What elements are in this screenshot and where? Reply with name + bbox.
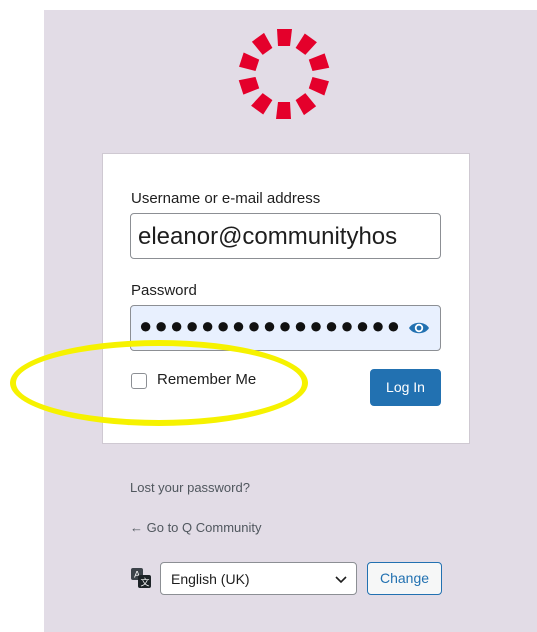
language-selected-value: English (UK) [171, 571, 250, 587]
svg-text:文: 文 [141, 577, 150, 589]
translate-icon: A 文 [131, 568, 151, 589]
back-to-site-link[interactable]: ← Go to Q Community [130, 520, 261, 535]
q-community-logo-icon [238, 29, 330, 119]
username-label: Username or e-mail address [131, 190, 321, 207]
language-select[interactable]: English (UK) [160, 562, 357, 595]
lost-password-link[interactable]: Lost your password? [130, 480, 250, 495]
remember-me-checkbox[interactable] [131, 373, 147, 389]
change-language-button[interactable]: Change [367, 562, 442, 595]
password-mask: ●●●●●●●●●●●●●●●●● [139, 313, 403, 338]
password-label: Password [131, 282, 197, 299]
password-input[interactable]: ●●●●●●●●●●●●●●●●● [130, 305, 441, 351]
log-in-button[interactable]: Log In [370, 369, 441, 406]
username-input[interactable]: eleanor@communityhos [130, 213, 441, 259]
username-value: eleanor@communityhos [138, 223, 398, 250]
eye-icon[interactable] [407, 318, 431, 338]
chevron-down-icon [335, 576, 347, 584]
login-page: Username or e-mail address eleanor@commu… [0, 0, 537, 632]
remember-me-label[interactable]: Remember Me [157, 371, 256, 388]
